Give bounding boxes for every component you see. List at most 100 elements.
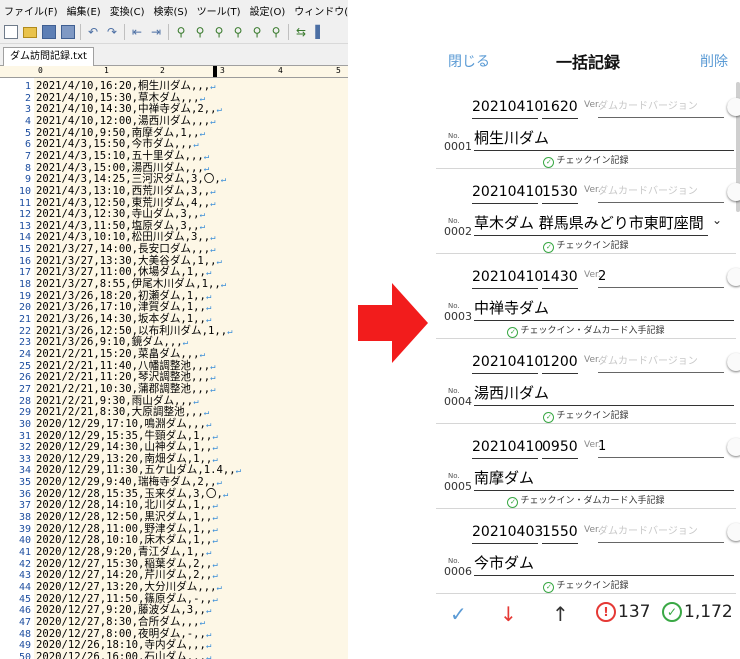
record-toggle[interactable] xyxy=(727,353,740,371)
line-content: 2020/12/29,14:30,山神ダム,1,, xyxy=(36,441,213,454)
record-toggle[interactable] xyxy=(727,183,740,201)
line-break-icon: ↵ xyxy=(212,559,218,570)
dam-card-version-field[interactable]: ダムカードバージョン xyxy=(598,96,724,118)
line-content: 2021/4/3,15:50,今市ダム,,, xyxy=(36,138,194,151)
arrow-down-icon[interactable]: ↓ xyxy=(500,602,517,626)
check-icon[interactable]: ✓ xyxy=(450,602,467,626)
search-next-icon[interactable]: ⚲ xyxy=(193,25,207,39)
line-break-icon: ↵ xyxy=(210,361,216,372)
ruler-tick: 0 xyxy=(38,66,43,75)
menu-item[interactable]: ツール(T) xyxy=(197,3,241,18)
record-toggle[interactable] xyxy=(727,268,740,286)
undo-icon[interactable]: ↶ xyxy=(86,25,100,39)
new-file-icon[interactable] xyxy=(4,24,18,39)
open-folder-icon[interactable] xyxy=(23,27,37,38)
line-break-icon: ↵ xyxy=(210,384,216,395)
chevron-down-icon[interactable]: ⌄ xyxy=(712,213,722,227)
date-field[interactable]: 20210410 xyxy=(472,181,543,204)
menu-item[interactable]: ウィンドウ(W) xyxy=(294,3,348,18)
line-break-icon: ↵ xyxy=(199,210,205,221)
delete-button[interactable]: 削除 xyxy=(700,51,728,71)
time-field[interactable]: 1530 xyxy=(542,181,578,204)
menu-item[interactable]: 設定(O) xyxy=(250,3,286,18)
line-break-icon: ↵ xyxy=(199,617,205,628)
tag-jump-icon[interactable]: ⇆ xyxy=(294,25,308,39)
save-all-icon[interactable] xyxy=(61,24,75,39)
overflow-icon[interactable]: ▌ xyxy=(313,25,327,39)
ruler-tick: 4 xyxy=(278,66,283,75)
line-content: 2020/12/27,9:20,藤波ダム,3,, xyxy=(36,604,206,617)
dam-card-version-field[interactable]: 1 xyxy=(598,436,724,458)
date-field[interactable]: 20210410 xyxy=(472,266,543,289)
replace-icon[interactable]: ⚲ xyxy=(250,25,264,39)
dam-card-version-field[interactable]: ダムカードバージョン xyxy=(598,351,724,373)
line-break-icon: ↵ xyxy=(210,233,216,244)
menu-item[interactable]: 変換(C) xyxy=(110,3,145,18)
toggle-knob xyxy=(727,183,740,201)
line-break-icon: ↵ xyxy=(220,280,227,291)
line-break-icon: ↵ xyxy=(216,256,222,267)
dam-name-field[interactable]: 草木ダム 群馬県みどり市東町座間 xyxy=(474,211,708,236)
date-field[interactable]: 20210410 xyxy=(472,351,543,374)
record-header-row: 20210410 1620 Ver. ダムカードバージョン xyxy=(472,96,740,120)
jump-back-icon[interactable]: ⇤ xyxy=(130,25,144,39)
line-break-icon: ↵ xyxy=(205,652,212,659)
time-field[interactable]: 1200 xyxy=(542,351,578,374)
record-toggle[interactable] xyxy=(727,98,740,116)
arrow-up-icon[interactable]: ↑ xyxy=(552,602,569,626)
record-no: 0001 xyxy=(444,140,472,153)
line-content: 2020/12/28,12:50,黒沢ダム,1,, xyxy=(36,511,213,524)
grep-icon[interactable]: ⚲ xyxy=(231,25,245,39)
tab-bar: ダム訪問記録.txt xyxy=(0,44,348,66)
line-break-icon: ↵ xyxy=(205,548,212,558)
time-field[interactable]: 1430 xyxy=(542,266,578,289)
time-field[interactable]: 1620 xyxy=(542,96,578,119)
line-content: 2020/12/27,11:50,篠原ダム,-,, xyxy=(36,592,213,605)
record-toggle[interactable] xyxy=(727,438,740,456)
dam-card-version-field[interactable]: ダムカードバージョン xyxy=(598,521,724,543)
checkin-status: ✓ チェックイン記録 xyxy=(436,408,736,423)
redo-icon[interactable]: ↷ xyxy=(105,25,119,39)
ok-count[interactable]: ✓ 1,172 xyxy=(662,602,733,622)
dam-name-field[interactable]: 今市ダム xyxy=(474,551,734,576)
dam-name-field[interactable]: 湯西川ダム xyxy=(474,381,734,406)
dam-name-field[interactable]: 南摩ダム xyxy=(474,466,734,491)
line-content: 2021/3/27,11:00,休場ダム,1,, xyxy=(36,266,206,279)
menu-item[interactable]: ファイル(F) xyxy=(4,3,58,18)
line-break-icon: ↵ xyxy=(205,419,212,430)
menu-item[interactable]: 検索(S) xyxy=(153,3,187,18)
line-break-icon: ↵ xyxy=(212,594,218,605)
line-content: 2020/12/29,17:10,鳴淵ダム,,, xyxy=(36,417,206,430)
menu-item[interactable]: 編集(E) xyxy=(67,3,101,18)
toolbar: ↶ ↷ ⇤ ⇥ ⚲ ⚲ ⚲ ⚲ ⚲ ⚲ ⇆ ▌ xyxy=(0,20,348,44)
grep-replace-icon[interactable]: ⚲ xyxy=(269,25,283,39)
record-toggle[interactable] xyxy=(727,523,740,541)
date-field[interactable]: 20210410 xyxy=(472,96,543,119)
tab-file[interactable]: ダム訪問記録.txt xyxy=(3,47,94,66)
dam-name-field[interactable]: 桐生川ダム xyxy=(474,126,734,151)
line-break-icon: ↵ xyxy=(205,315,212,325)
time-field[interactable]: 0950 xyxy=(542,436,578,459)
toolbar-separator xyxy=(80,23,81,40)
date-field[interactable]: 20210403 xyxy=(472,521,543,544)
warning-count[interactable]: ! 137 xyxy=(596,602,650,622)
line-content: 2020/12/26,16:00,石山ダム,,, xyxy=(36,650,206,659)
record-header-row: 20210410 1430 Ver. 2 xyxy=(472,266,740,290)
jump-forward-icon[interactable]: ⇥ xyxy=(149,25,163,39)
dam-name-field[interactable]: 中禅寺ダム xyxy=(474,296,734,321)
close-button[interactable]: 閉じる xyxy=(448,51,490,71)
time-field[interactable]: 1550 xyxy=(542,521,578,544)
text-area[interactable]: 1 2021/4/10,16:20,桐生川ダム,,,↵ 2 2021/4/10,15:… xyxy=(19,78,348,659)
checkin-status-text: チェックイン記録 xyxy=(556,241,629,251)
dam-card-version-field[interactable]: 2 xyxy=(598,266,724,288)
line-content: 2020/12/27,13:20,大分川ダム,,, xyxy=(36,580,217,593)
date-field[interactable]: 20210410 xyxy=(472,436,543,459)
save-icon[interactable] xyxy=(42,24,56,39)
line-content: 2021/4/3,15:00,湯西川ダム,,, xyxy=(36,161,204,174)
line-content: 2021/3/26,14:30,坂本ダム,1,, xyxy=(36,313,206,325)
ruler-tick: 3 xyxy=(220,66,225,75)
search-icon[interactable]: ⚲ xyxy=(174,25,188,39)
record-no-label: No. xyxy=(448,472,460,480)
dam-card-version-field[interactable]: ダムカードバージョン xyxy=(598,181,724,203)
search-prev-icon[interactable]: ⚲ xyxy=(212,25,226,39)
